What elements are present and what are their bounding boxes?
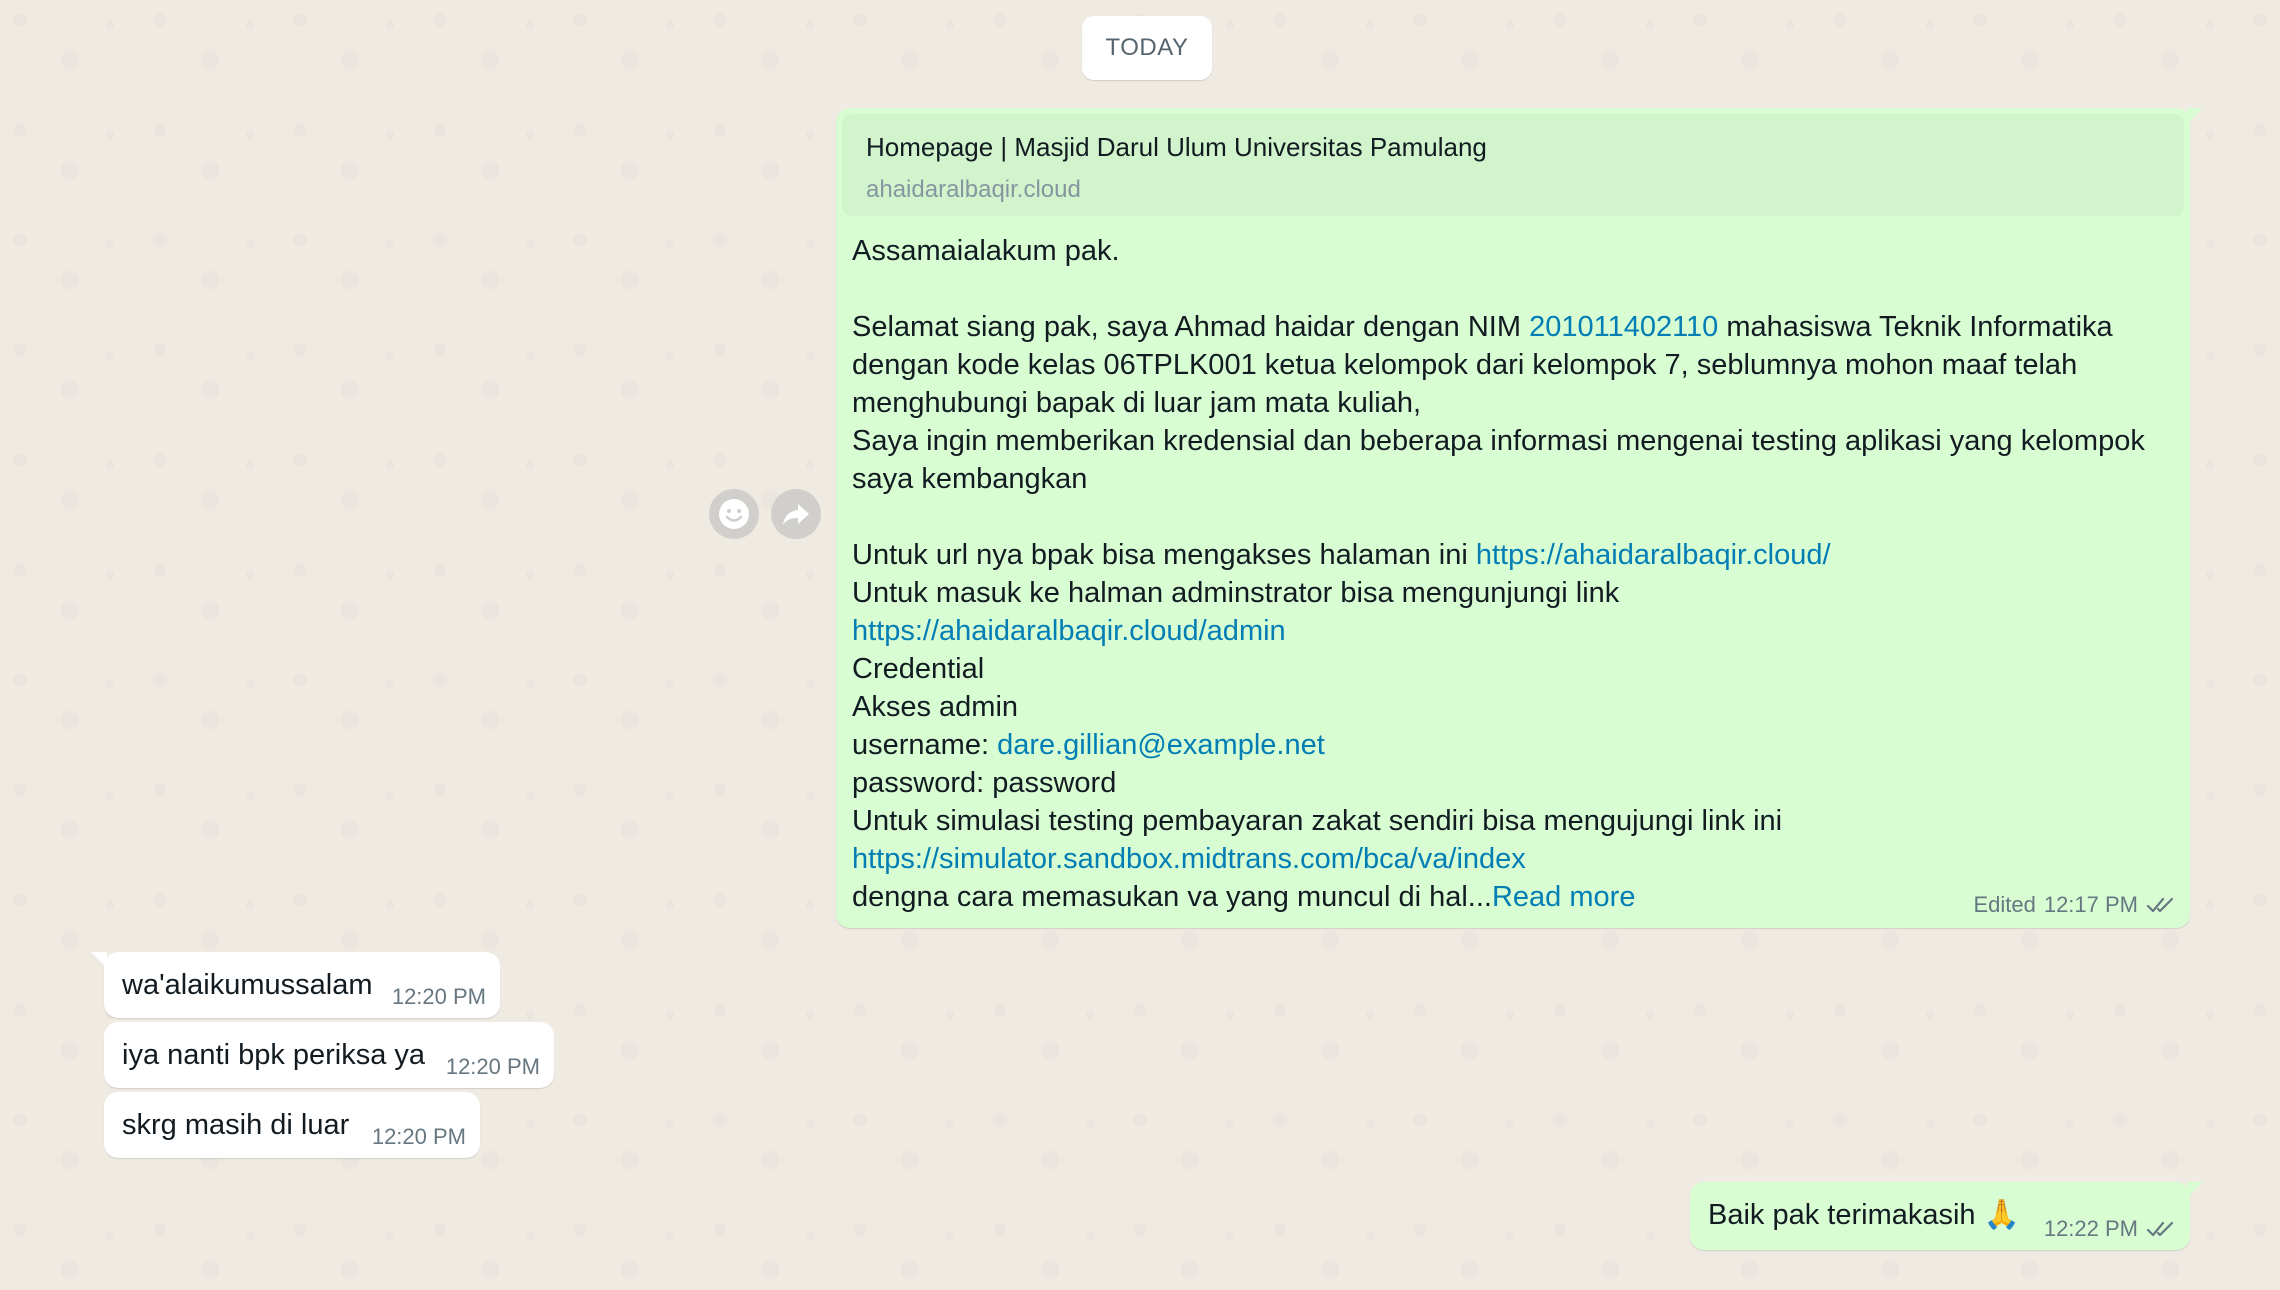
message-text: Assamaialakum pak. Selamat siang pak, sa… <box>852 232 2172 916</box>
admin-url-link[interactable]: https://ahaidaralbaqir.cloud/admin <box>852 615 1286 647</box>
link-preview-card[interactable]: Homepage | Masjid Darul Ulum Universitas… <box>842 114 2184 216</box>
bubble-tail <box>91 952 107 968</box>
admin-line: Untuk masuk ke halman adminstrator bisa … <box>852 577 1620 609</box>
sim-url-link[interactable]: https://simulator.sandbox.midtrans.com/b… <box>852 843 1526 875</box>
intro-line: Selamat siang pak, saya Ahmad haidar den… <box>852 308 2172 346</box>
intro-text-a: Selamat siang pak, saya Ahmad haidar den… <box>852 311 1530 343</box>
simulation-line: Untuk simulasi testing pembayaran zakat … <box>852 805 1783 837</box>
username-email-link[interactable]: dare.gillian@example.net <box>997 729 1325 761</box>
nim-link[interactable]: 201011402110 <box>1529 311 1718 343</box>
message-text: Baik pak terimakasih 🙏 <box>1708 1199 2020 1231</box>
message-text: iya nanti bpk periksa ya <box>122 1038 426 1071</box>
forward-icon <box>783 504 809 525</box>
sim-url-line: https://simulator.sandbox.midtrans.com/b… <box>852 840 2172 878</box>
url-line-prefix: Untuk url nya bpak bisa mengakses halama… <box>852 539 1476 571</box>
message-meta: Edited 12:17 PM <box>1973 892 2176 918</box>
message-meta: 12:22 PM <box>2044 1216 2176 1242</box>
forward-button[interactable] <box>771 489 821 539</box>
react-button[interactable] <box>709 489 759 539</box>
intro-text-b: mahasiswa Teknik Informatika <box>1718 311 2113 343</box>
smiley-icon <box>719 499 749 529</box>
username-line: username: dare.gillian@example.net <box>852 726 2172 764</box>
incoming-message[interactable]: skrg masih di luar 12:20 PM <box>104 1092 480 1158</box>
message-text: wa'alaikumussalam <box>122 968 373 1001</box>
message-actions <box>709 489 821 539</box>
link-preview-title: Homepage | Masjid Darul Ulum Universitas… <box>866 132 1487 162</box>
bubble-tail <box>2187 108 2203 124</box>
message-time: 12:20 PM <box>371 1124 466 1149</box>
home-url-link[interactable]: https://ahaidaralbaqir.cloud/ <box>1476 539 1831 571</box>
outgoing-message-long[interactable]: Homepage | Masjid Darul Ulum Universitas… <box>836 108 2203 928</box>
text-line: saya kembangkan <box>852 463 1088 495</box>
message-time: 12:22 PM <box>2043 1216 2138 1241</box>
double-check-icon <box>2146 1221 2174 1237</box>
outgoing-message[interactable]: Baik pak terimakasih 🙏 12:22 PM <box>1690 1182 2203 1250</box>
credential-label: Credential <box>852 653 985 685</box>
message-time: 12:20 PM <box>391 984 486 1009</box>
text-line: menghubungi bapak di luar jam mata kulia… <box>852 387 1422 419</box>
truncated-text: dengna cara memasukan va yang muncul di … <box>852 881 1492 913</box>
date-separator-label: TODAY <box>1105 34 1189 61</box>
admin-access-label: Akses admin <box>852 691 1019 723</box>
username-label: username: <box>852 729 998 761</box>
message-text: skrg masih di luar <box>122 1108 350 1141</box>
text-line: dengan kode kelas 06TPLK001 ketua kelomp… <box>852 349 2078 381</box>
admin-url-line: https://ahaidaralbaqir.cloud/admin <box>852 612 2172 650</box>
date-separator: TODAY <box>1082 16 1212 80</box>
incoming-message[interactable]: wa'alaikumussalam 12:20 PM <box>91 952 500 1018</box>
incoming-message[interactable]: iya nanti bpk periksa ya 12:20 PM <box>104 1022 554 1088</box>
edited-label: Edited <box>1973 892 2036 917</box>
read-more-link[interactable]: Read more <box>1492 881 1635 913</box>
password-line: password: password <box>852 767 1117 799</box>
message-time: 12:17 PM <box>2043 892 2138 917</box>
url-line: Untuk url nya bpak bisa mengakses halama… <box>852 536 2172 574</box>
bubble-tail <box>2187 1182 2203 1198</box>
message-time: 12:20 PM <box>445 1054 540 1079</box>
text-line: Saya ingin memberikan kredensial dan beb… <box>852 425 2145 457</box>
double-check-icon <box>2146 897 2174 913</box>
link-preview-domain: ahaidaralbaqir.cloud <box>866 176 1081 203</box>
greeting-line: Assamaialakum pak. <box>852 235 1120 267</box>
